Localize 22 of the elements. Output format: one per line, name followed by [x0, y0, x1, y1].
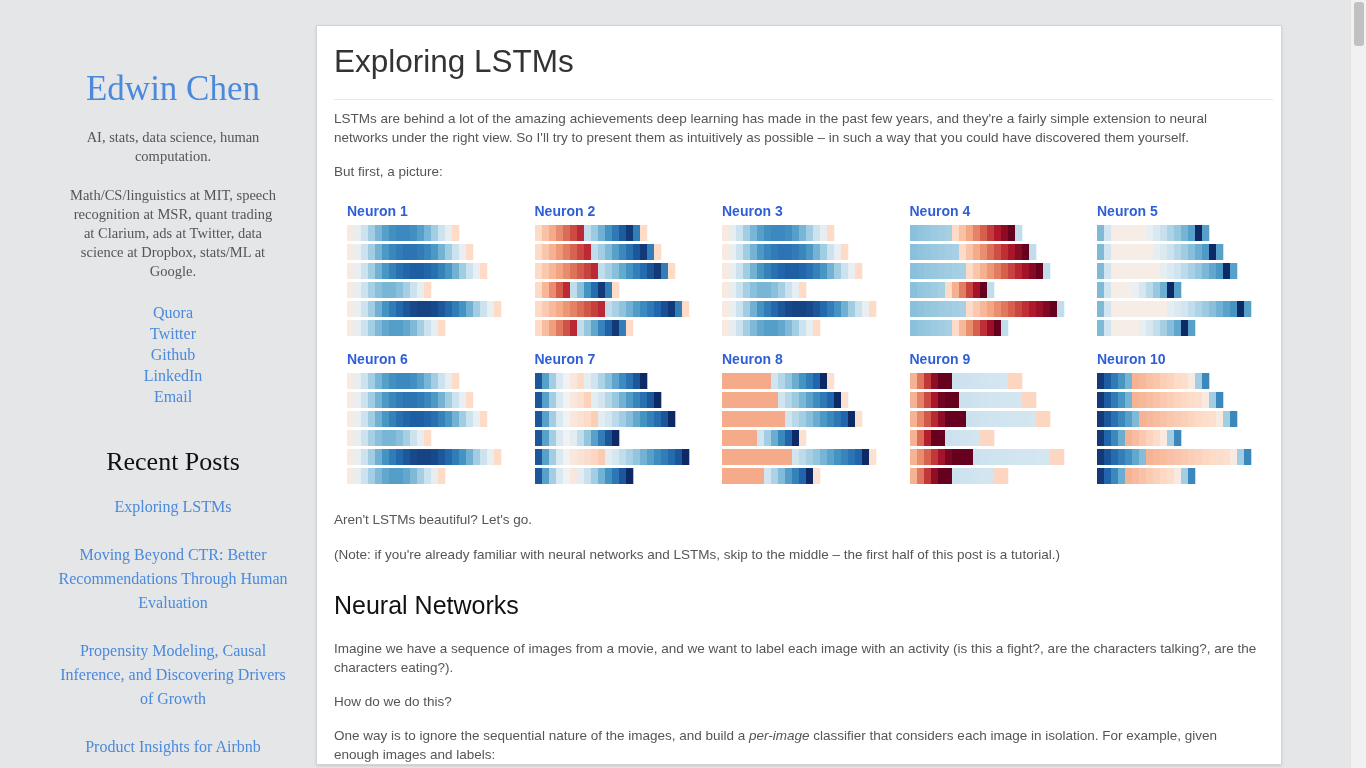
paragraph-text: But first, a picture:	[334, 163, 444, 181]
recent-posts-heading: Recent Posts	[106, 447, 240, 477]
neuron-label: Neuron 2	[534, 202, 596, 220]
neuron-label: Neuron 10	[1097, 350, 1166, 368]
bio-text: Math/CS/linguistics at MIT, speech recognition at MSR, quant trading at Clarium, ads at Twitter, data science at Dropbox, stats/ML at Google.	[69, 186, 277, 281]
article-title: Exploring LSTMs	[334, 42, 575, 80]
neuron-label: Neuron 9	[909, 350, 971, 368]
paragraph-text: (Note: if you're already familiar with neural networks and LSTMs, skip to the middle – the first half of this post is a tutorial.)	[334, 546, 1061, 564]
paragraph-text: Imagine we have a sequence of images from a movie, and we want to label each image with an activity (is this a fight?, are the characters talking?, are the characters eating?).	[334, 640, 1258, 677]
section-heading: Neural Networks	[334, 590, 520, 620]
paragraph-text: How do we do this?	[334, 693, 453, 711]
neuron-label: Neuron 3	[722, 202, 783, 220]
neuron-label: Neuron 7	[534, 350, 596, 368]
neuron-label: Neuron 6	[347, 350, 408, 368]
neuron-label: Neuron 1	[347, 202, 408, 220]
paragraph-text: One way is to ignore the sequential nature of the images, and build a per-image classifier that considers each image in isolation. For example, given enough images and labels:	[334, 727, 1218, 764]
neuron-label: Neuron 5	[1097, 202, 1158, 220]
neuron-label: Neuron 8	[722, 350, 783, 368]
tagline-text: AI, stats, data science, human computation.	[85, 128, 261, 166]
neuron-label: Neuron 4	[909, 202, 971, 220]
paragraph-text: Aren't LSTMs beautiful? Let's go.	[334, 511, 533, 529]
paragraph-text: LSTMs are behind a lot of the amazing achievements deep learning has made in the past few years, and they're a fairly simple extension to neural networks under the right view. So I'll try to present them as intuitively as possible – in such a way that you could have discovered them yourself.	[334, 110, 1209, 147]
